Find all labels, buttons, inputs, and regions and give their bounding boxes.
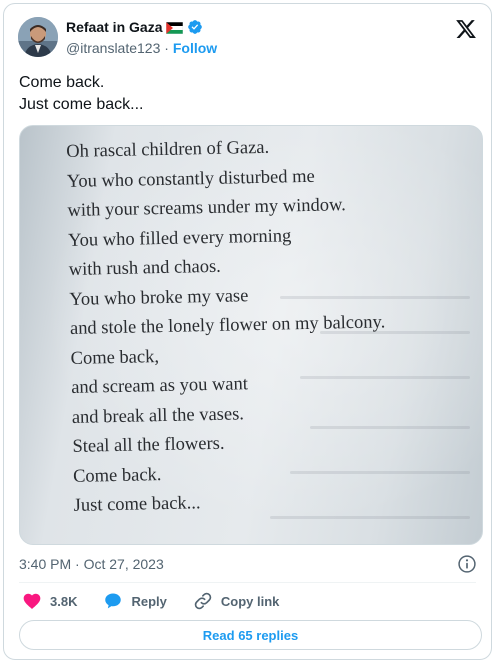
- read-replies-button[interactable]: Read 65 replies: [19, 620, 482, 650]
- verified-badge-icon: [187, 19, 203, 35]
- like-count: 3.8K: [50, 593, 78, 609]
- action-bar: 3.8K Reply Copy link: [22, 590, 305, 612]
- tweet-text-line: Just come back...: [19, 96, 144, 113]
- follow-link[interactable]: Follow: [173, 40, 217, 56]
- palestine-flag-icon: [166, 21, 184, 35]
- copy-link-button[interactable]: Copy link: [193, 591, 280, 611]
- heart-icon: [22, 591, 42, 611]
- divider: [19, 582, 476, 583]
- tweet-card: Refaat in Gaza @itranslate123 · Follow C…: [3, 3, 492, 660]
- like-button[interactable]: 3.8K: [22, 591, 77, 611]
- link-icon: [193, 591, 213, 611]
- reply-label: Reply: [131, 593, 167, 609]
- handle-row: @itranslate123 · Follow: [66, 40, 217, 56]
- speech-bubble-icon: [103, 591, 123, 611]
- author-row: Refaat in Gaza: [66, 19, 203, 35]
- poem-text: Oh rascal children of Gaza. You who cons…: [66, 129, 482, 521]
- author-handle[interactable]: @itranslate123: [66, 40, 160, 56]
- info-icon[interactable]: [457, 554, 477, 574]
- separator: ·: [164, 40, 169, 56]
- avatar-image: [18, 17, 58, 57]
- copy-link-label: Copy link: [220, 593, 280, 609]
- author-name[interactable]: Refaat in Gaza: [66, 19, 162, 35]
- reply-button[interactable]: Reply: [103, 591, 167, 611]
- tweet-text: Come back. Just come back...: [19, 72, 144, 116]
- timestamp[interactable]: 3:40 PM · Oct 27, 2023: [19, 556, 164, 572]
- x-logo-icon[interactable]: [455, 18, 477, 40]
- media-image[interactable]: Oh rascal children of Gaza. You who cons…: [19, 125, 483, 545]
- tweet-text-line: Come back.: [19, 74, 105, 91]
- avatar[interactable]: [18, 17, 58, 57]
